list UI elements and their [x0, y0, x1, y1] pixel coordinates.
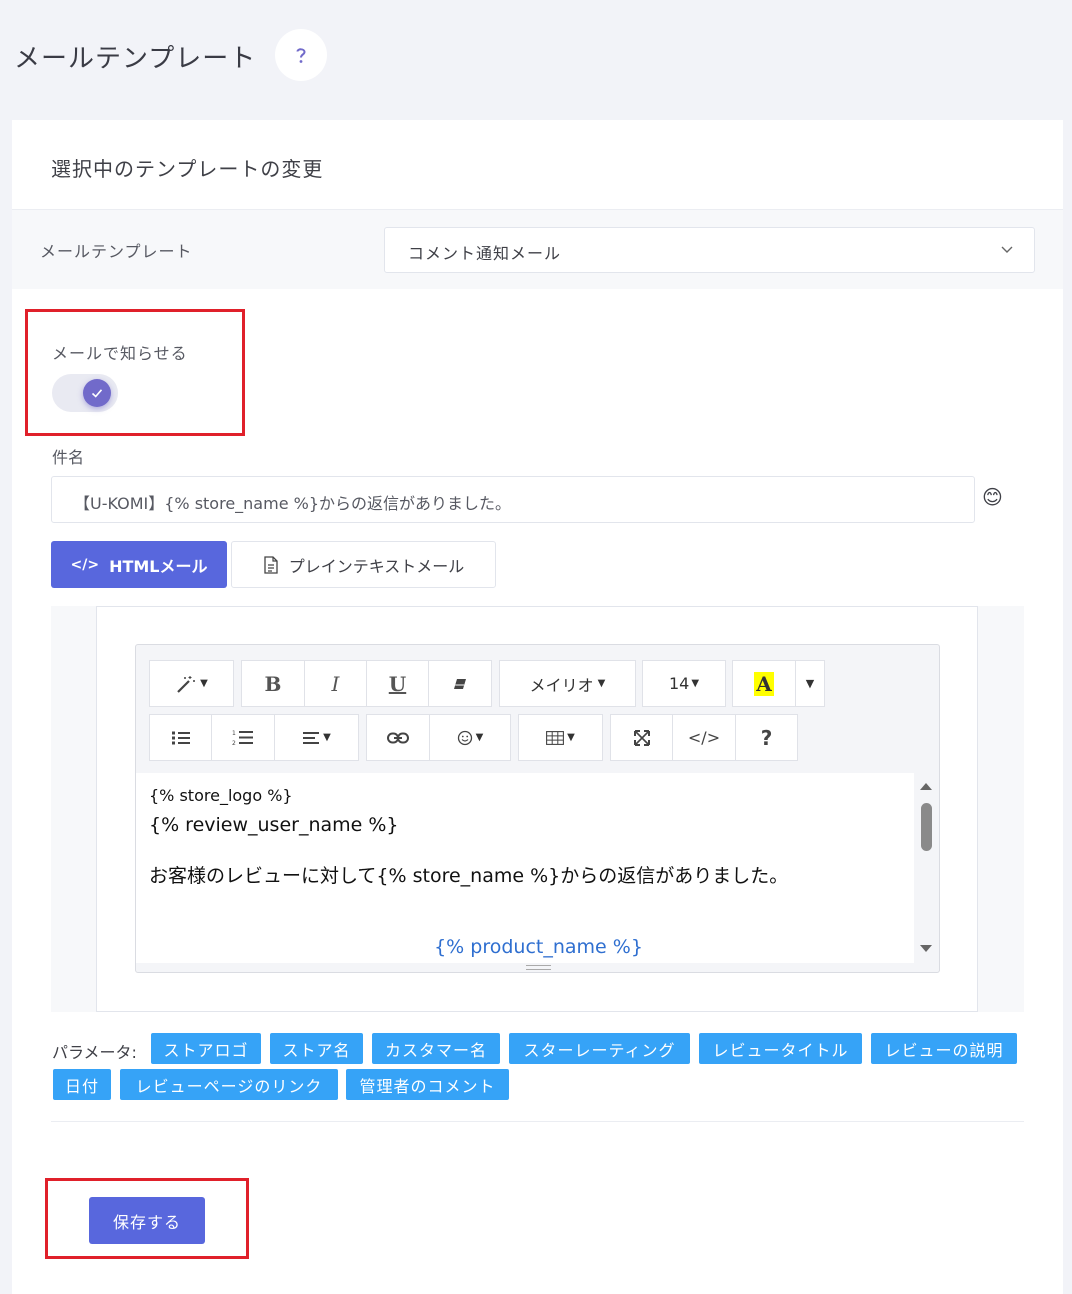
- help-button[interactable]: [275, 29, 327, 81]
- font-name-dropdown[interactable]: メイリオ ▼: [499, 660, 636, 707]
- paragraph-align-dropdown[interactable]: ▼: [274, 714, 359, 761]
- tab-html-mail[interactable]: </> HTMLメール: [51, 541, 227, 588]
- param-chip-store-name[interactable]: ストア名: [270, 1033, 363, 1064]
- text-color-dropdown[interactable]: ▼: [795, 660, 825, 707]
- code-icon: </>: [70, 556, 100, 573]
- scroll-up-icon[interactable]: [919, 781, 933, 791]
- expand-icon: [633, 729, 650, 746]
- scroll-down-icon[interactable]: [919, 944, 933, 954]
- param-chip-store-logo[interactable]: ストアロゴ: [151, 1033, 261, 1064]
- notify-toggle[interactable]: [52, 374, 118, 412]
- param-chip-date[interactable]: 日付: [53, 1069, 111, 1100]
- template-select-value: コメント通知メール: [408, 244, 562, 263]
- param-chip-star-rating[interactable]: スターレーティング: [509, 1033, 690, 1064]
- highlight-color-icon: A: [754, 671, 774, 696]
- check-icon: [91, 389, 103, 398]
- font-size-value: 14: [668, 674, 690, 693]
- eraser-icon: [454, 678, 466, 689]
- numbered-list-icon: 1 2: [232, 730, 253, 747]
- param-chip-review-title[interactable]: レビュータイトル: [699, 1033, 862, 1064]
- template-select-row: メールテンプレート コメント通知メール: [12, 210, 1063, 289]
- help-toolbar-button[interactable]: ?: [735, 714, 798, 761]
- emoji-dropdown[interactable]: ▼: [429, 714, 511, 761]
- magic-wand-icon: [177, 675, 196, 693]
- notify-label: メールで知らせる: [52, 344, 188, 363]
- italic-button[interactable]: I: [304, 660, 367, 707]
- smiley-icon: [457, 730, 472, 745]
- code-view-button[interactable]: </>: [672, 714, 736, 761]
- svg-text:2: 2: [232, 740, 236, 747]
- bold-button[interactable]: B: [241, 660, 305, 707]
- bullet-list-icon: [171, 731, 190, 744]
- resize-handle[interactable]: [526, 965, 551, 970]
- page-title: メールテンプレート: [14, 44, 257, 74]
- template-select[interactable]: コメント通知メール: [384, 227, 1035, 273]
- card-title: 選択中のテンプレートの変更: [51, 157, 324, 181]
- link-icon: [387, 732, 409, 743]
- parameters-label: パラメータ:: [52, 1043, 137, 1062]
- param-chip-admin-comment[interactable]: 管理者のコメント: [346, 1069, 509, 1100]
- tab-plain-label: プレインテキストメール: [288, 556, 465, 576]
- svg-text:1: 1: [232, 730, 236, 737]
- unordered-list-button[interactable]: [149, 714, 212, 761]
- magic-style-button[interactable]: ▼: [149, 660, 234, 707]
- align-left-icon: [303, 731, 320, 744]
- save-button[interactable]: 保存する: [89, 1197, 205, 1244]
- text-color-button[interactable]: A: [732, 660, 796, 707]
- editor-line-review-user: {% review_user_name %}: [149, 814, 399, 836]
- link-button[interactable]: [366, 714, 430, 761]
- ordered-list-button[interactable]: 1 2: [211, 714, 275, 761]
- editor-line-message: お客様のレビューに対して{% store_name %}からの返信がありました。: [149, 865, 789, 887]
- question-icon: [296, 48, 306, 63]
- font-size-dropdown[interactable]: 14 ▼: [642, 660, 726, 707]
- param-chip-customer-name[interactable]: カスタマー名: [372, 1033, 500, 1064]
- template-label: メールテンプレート: [40, 242, 193, 261]
- toggle-knob: [83, 379, 111, 407]
- editor-scrollbar[interactable]: [914, 773, 939, 963]
- font-name-value: メイリオ: [529, 675, 594, 695]
- document-icon: [264, 555, 278, 574]
- table-icon: [546, 730, 565, 745]
- emoji-picker-icon[interactable]: 😊: [982, 485, 1003, 509]
- rich-text-editor: ▼ B I U メイリオ ▼ 14 ▼ A ▼ 1 2 ▼ ▼ ▼ </> ? …: [135, 644, 940, 973]
- scrollbar-thumb[interactable]: [921, 803, 932, 851]
- tab-plain-text-mail[interactable]: プレインテキストメール: [231, 541, 496, 588]
- subject-input[interactable]: 【U-KOMI】{% store_name %}からの返信がありました。: [51, 476, 975, 523]
- fullscreen-button[interactable]: [610, 714, 673, 761]
- subject-label: 件名: [52, 448, 85, 467]
- tab-html-label: HTMLメール: [109, 556, 208, 576]
- card-header: 選択中のテンプレートの変更: [12, 120, 1063, 210]
- editor-line-store-logo: {% store_logo %}: [149, 786, 293, 805]
- editor-line-product-name: {% product_name %}: [434, 936, 643, 958]
- table-dropdown[interactable]: ▼: [518, 714, 603, 761]
- underline-button[interactable]: U: [366, 660, 429, 707]
- chevron-down-icon: [1001, 246, 1013, 253]
- param-chip-review-page-link[interactable]: レビューページのリンク: [120, 1069, 338, 1100]
- divider: [51, 1121, 1024, 1122]
- param-chip-review-description[interactable]: レビューの説明: [871, 1033, 1017, 1064]
- editor-content[interactable]: {% store_logo %} {% review_user_name %} …: [136, 773, 914, 963]
- notify-highlight-box: [25, 309, 245, 436]
- clear-format-button[interactable]: [428, 660, 492, 707]
